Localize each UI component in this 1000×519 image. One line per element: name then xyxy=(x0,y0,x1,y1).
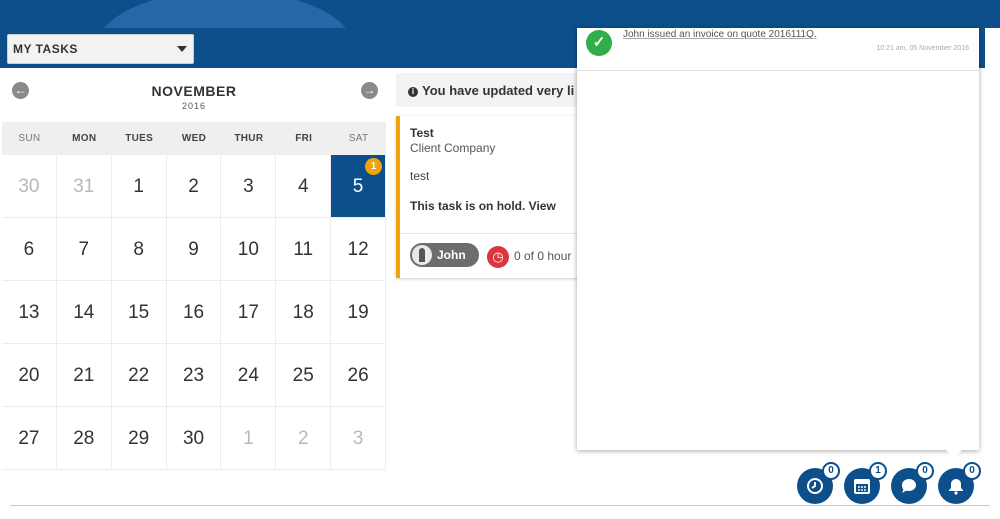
calendar-day[interactable]: 8 xyxy=(111,218,167,281)
bell-icon xyxy=(949,479,963,495)
weekday-label: TUES xyxy=(125,133,154,144)
calendar-day[interactable]: 10 xyxy=(221,218,277,281)
calendar-day[interactable]: 30 xyxy=(166,407,222,470)
weekday-label: MON xyxy=(72,133,97,144)
notifications-button[interactable]: 0 xyxy=(938,462,981,504)
task-company: Client Company xyxy=(410,141,496,155)
chevron-down-icon xyxy=(177,46,187,52)
calendar-day-today[interactable]: 5 1 xyxy=(331,155,387,218)
year-label: 2016 xyxy=(181,101,207,111)
arrow-right-icon: → xyxy=(363,83,376,97)
calendar-day[interactable]: 27 xyxy=(2,407,57,470)
calendar-day[interactable]: 9 xyxy=(166,218,222,281)
notification-time: 10:21 am, 05 November 2016 xyxy=(876,45,969,52)
calendar-day[interactable]: 4 xyxy=(276,155,332,218)
weekday-label: FRI xyxy=(295,133,313,144)
weekday-label: THUR xyxy=(234,133,264,144)
task-card[interactable]: Test Client Company test This task is on… xyxy=(396,116,596,278)
calendar-day[interactable]: 3 xyxy=(221,155,277,218)
assignee-chip[interactable]: John xyxy=(410,243,479,267)
calendar-day[interactable]: 1 xyxy=(111,155,167,218)
task-title[interactable]: Test xyxy=(410,126,434,140)
card-divider xyxy=(400,233,596,234)
toolbar-edge xyxy=(979,28,983,68)
assignee-name: John xyxy=(437,248,466,262)
calendar-day[interactable]: 28 xyxy=(56,407,112,470)
day-number: 5 xyxy=(352,176,364,197)
calendar-icon xyxy=(854,479,870,494)
stopwatch-icon[interactable]: ◷ xyxy=(487,246,509,268)
info-icon: i xyxy=(408,87,418,97)
calendar-button[interactable]: 1 xyxy=(844,462,887,504)
calendar-day[interactable]: 24 xyxy=(221,344,277,407)
update-alert: i You have updated very li xyxy=(396,73,596,107)
weekday-label: SUN xyxy=(18,133,41,144)
chat-button[interactable]: 0 xyxy=(891,462,934,504)
panel-pointer xyxy=(945,449,963,458)
calendar-day[interactable]: 15 xyxy=(111,281,167,344)
calendar-day[interactable]: 12 xyxy=(331,218,387,281)
notification-item[interactable]: ✓ John issued an invoice on quote 201611… xyxy=(577,28,979,71)
calendar-day[interactable]: 11 xyxy=(276,218,332,281)
timer-button[interactable]: 0 xyxy=(797,462,840,504)
bell-count-badge: 0 xyxy=(963,462,981,480)
weekday-label: SAT xyxy=(348,133,369,144)
avatar xyxy=(412,245,432,265)
task-description: test xyxy=(410,169,430,183)
clock-icon xyxy=(807,478,823,494)
calendar-day[interactable]: 16 xyxy=(166,281,222,344)
task-status-text[interactable]: This task is on hold. View xyxy=(410,199,556,213)
calendar-week: 20 21 22 23 24 25 26 xyxy=(2,344,387,407)
calendar-grid: 30 31 1 2 3 4 5 1 6 7 8 9 10 11 12 13 14… xyxy=(2,155,387,470)
calendar-day[interactable]: 21 xyxy=(56,344,112,407)
calendar-day[interactable]: 25 xyxy=(276,344,332,407)
check-circle-icon: ✓ xyxy=(586,30,612,56)
calendar-day[interactable]: 19 xyxy=(331,281,387,344)
calendar-day[interactable]: 20 xyxy=(2,344,57,407)
alert-text: You have updated very li xyxy=(422,83,575,98)
calendar-day[interactable]: 2 xyxy=(166,155,222,218)
notification-text[interactable]: John issued an invoice on quote 2016111Q… xyxy=(623,29,817,40)
calendar-header: ← NOVEMBER 2016 → xyxy=(2,70,386,122)
calendar-day[interactable]: 17 xyxy=(221,281,277,344)
weekday-header: SUN MON TUES WED THUR FRI SAT xyxy=(2,122,386,155)
calendar-day[interactable]: 13 xyxy=(2,281,57,344)
chat-bubble-icon xyxy=(902,479,916,493)
top-header xyxy=(0,0,1000,28)
calendar-day[interactable]: 30 xyxy=(2,155,57,218)
task-filter-select[interactable]: MY TASKS xyxy=(7,34,194,64)
timer-count-badge: 0 xyxy=(822,462,840,480)
calendar-day[interactable]: 31 xyxy=(56,155,112,218)
calendar-count-badge: 1 xyxy=(869,462,887,480)
calendar-day[interactable]: 6 xyxy=(2,218,57,281)
calendar-week: 30 31 1 2 3 4 5 1 xyxy=(2,155,387,218)
calendar-day[interactable]: 18 xyxy=(276,281,332,344)
calendar-week: 6 7 8 9 10 11 12 xyxy=(2,218,387,281)
calendar-day[interactable]: 26 xyxy=(331,344,387,407)
next-month-button[interactable]: → xyxy=(361,82,378,99)
chat-count-badge: 0 xyxy=(916,462,934,480)
calendar-day[interactable]: 7 xyxy=(56,218,112,281)
calendar-day[interactable]: 22 xyxy=(111,344,167,407)
calendar-week: 13 14 15 16 17 18 19 xyxy=(2,281,387,344)
task-filter-label: MY TASKS xyxy=(13,42,78,56)
calendar-day[interactable]: 2 xyxy=(276,407,332,470)
header-decoration xyxy=(95,0,355,28)
calendar-day[interactable]: 23 xyxy=(166,344,222,407)
calendar-week: 27 28 29 30 1 2 3 xyxy=(2,407,387,470)
calendar-day[interactable]: 3 xyxy=(331,407,387,470)
calendar-day[interactable]: 1 xyxy=(221,407,277,470)
calendar-day[interactable]: 14 xyxy=(56,281,112,344)
calendar: ← NOVEMBER 2016 → SUN MON TUES WED THUR … xyxy=(2,70,387,470)
calendar-day[interactable]: 29 xyxy=(111,407,167,470)
hours-logged: 0 of 0 hour xyxy=(514,249,572,263)
weekday-label: WED xyxy=(181,133,207,144)
task-count-badge: 1 xyxy=(365,158,383,175)
footer-divider xyxy=(10,505,990,506)
month-title: NOVEMBER xyxy=(151,83,237,99)
notifications-panel: ✓ John issued an invoice on quote 201611… xyxy=(577,28,979,450)
